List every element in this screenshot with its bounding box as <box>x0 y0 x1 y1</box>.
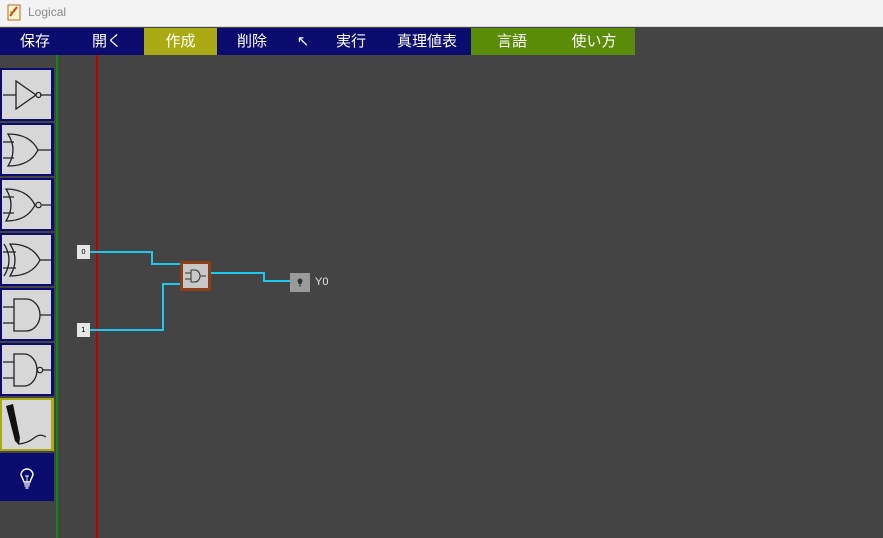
output-lamp[interactable] <box>290 273 310 292</box>
wire-output[interactable] <box>211 272 290 282</box>
wire-input-0[interactable] <box>90 251 181 265</box>
wire-input-1[interactable] <box>90 283 181 331</box>
input-switch-1[interactable]: 1 <box>77 323 90 337</box>
and-gate-icon <box>185 269 206 283</box>
wire-layer <box>90 251 290 331</box>
and-gate[interactable] <box>180 261 211 291</box>
lightbulb-icon <box>297 278 303 287</box>
input-switch-0[interactable]: 0 <box>77 245 90 259</box>
output-label: Y0 <box>315 276 329 288</box>
